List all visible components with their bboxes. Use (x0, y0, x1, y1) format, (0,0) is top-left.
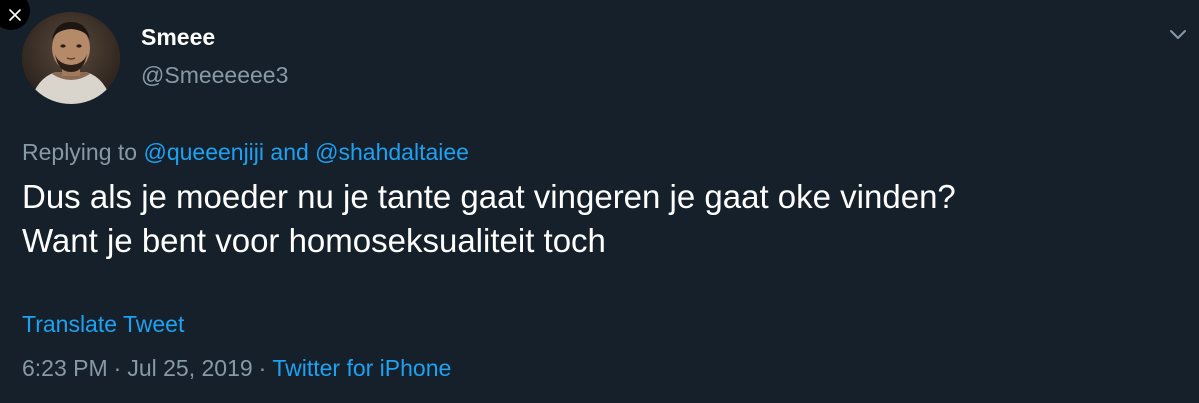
mention-link[interactable]: @queeenjiji (143, 139, 264, 165)
mention-link[interactable]: @shahdaltaiee (315, 139, 469, 165)
tweet-meta: 6:23 PM · Jul 25, 2019 · Twitter for iPhone (22, 353, 451, 383)
close-button[interactable] (0, 0, 30, 30)
tweet-text: Dus als je moeder nu je tante gaat vinge… (22, 175, 1182, 263)
meta-separator: · (113, 355, 122, 381)
translate-tweet-link[interactable]: Translate Tweet (22, 309, 184, 339)
avatar[interactable] (22, 12, 120, 104)
display-name[interactable]: Smeee (141, 23, 215, 51)
meta-separator: · (258, 355, 267, 381)
user-handle[interactable]: @Smeeeeee3 (141, 61, 288, 89)
tweet-text-line: Dus als je moeder nu je tante gaat vinge… (22, 178, 956, 215)
more-options-button[interactable] (1169, 27, 1187, 41)
replying-prefix: Replying to (22, 139, 138, 165)
mention-conjunction[interactable]: and (270, 139, 308, 165)
tweet-text-line: Want je bent voor homoseksualiteit toch (22, 222, 606, 259)
tweet-date[interactable]: Jul 25, 2019 (127, 355, 252, 381)
chevron-down-icon (1170, 30, 1186, 39)
tweet-time[interactable]: 6:23 PM (22, 355, 108, 381)
close-icon (8, 8, 21, 21)
replying-to-line: Replying to @queeenjiji and @shahdaltaie… (22, 137, 469, 167)
tweet-source-link[interactable]: Twitter for iPhone (272, 355, 451, 381)
